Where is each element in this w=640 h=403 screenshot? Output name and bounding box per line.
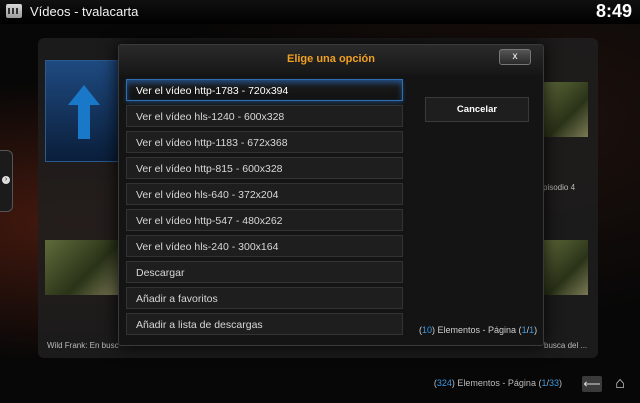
media-thumb[interactable] xyxy=(45,240,118,295)
media-label: Wild Frank: En busc xyxy=(47,341,119,350)
count-mid: ) Elementos - Página ( xyxy=(451,378,542,388)
clock: 8:49 xyxy=(595,1,632,21)
home-icon[interactable]: ⌂ xyxy=(610,374,630,394)
up-arrow-stem xyxy=(78,105,90,139)
dialog-header: Elige una opción x xyxy=(119,45,543,75)
up-arrow-icon xyxy=(68,85,100,105)
count-total: 33 xyxy=(548,378,559,388)
option-item[interactable]: Ver el vídeo hls-240 - 300x164 xyxy=(126,235,403,257)
count-mid: ) Elementos - Página ( xyxy=(432,325,522,335)
media-thumb[interactable] xyxy=(543,240,588,295)
count-items: 324 xyxy=(436,378,452,388)
option-item[interactable]: Ver el vídeo http-1183 - 672x368 xyxy=(126,131,403,153)
option-item[interactable]: Añadir a favoritos xyxy=(126,287,403,309)
side-menu-tab[interactable]: › xyxy=(0,150,13,212)
media-thumb[interactable] xyxy=(543,82,588,137)
media-label: busca del ... xyxy=(544,341,588,350)
media-label: pisodio 4 xyxy=(543,183,576,192)
count-suffix: ) xyxy=(559,378,562,388)
option-item[interactable]: Añadir a lista de descargas xyxy=(126,313,403,335)
option-item[interactable]: Ver el vídeo hls-640 - 372x204 xyxy=(126,183,403,205)
arrow-right-icon: › xyxy=(2,176,10,184)
option-item[interactable]: Descargar xyxy=(126,261,403,283)
breadcrumb: Vídeos - tvalacarta xyxy=(30,4,139,19)
dialog-item-count: (10) Elementos - Página (1/1) xyxy=(419,325,537,335)
count-items: 10 xyxy=(422,325,433,335)
parent-folder-thumb[interactable] xyxy=(45,60,122,162)
option-item[interactable]: Ver el vídeo hls-1240 - 600x328 xyxy=(126,105,403,127)
option-item[interactable]: Ver el vídeo http-547 - 480x262 xyxy=(126,209,403,231)
videos-icon xyxy=(6,4,22,18)
option-item[interactable]: Ver el vídeo http-1783 - 720x394 xyxy=(126,79,403,101)
top-bar: Vídeos - tvalacarta 8:49 xyxy=(0,0,640,24)
cancel-button[interactable]: Cancelar xyxy=(425,97,529,122)
list-item-count: (324) Elementos - Página (1/33) xyxy=(434,378,562,388)
count-close: ) xyxy=(534,325,538,335)
dialog-title: Elige una opción xyxy=(286,53,375,65)
back-icon[interactable]: ⟵ xyxy=(582,376,602,392)
select-dialog: Elige una opción x Ver el vídeo http-178… xyxy=(118,44,544,346)
close-button[interactable]: x xyxy=(499,49,531,65)
option-item[interactable]: Ver el vídeo http-815 - 600x328 xyxy=(126,157,403,179)
